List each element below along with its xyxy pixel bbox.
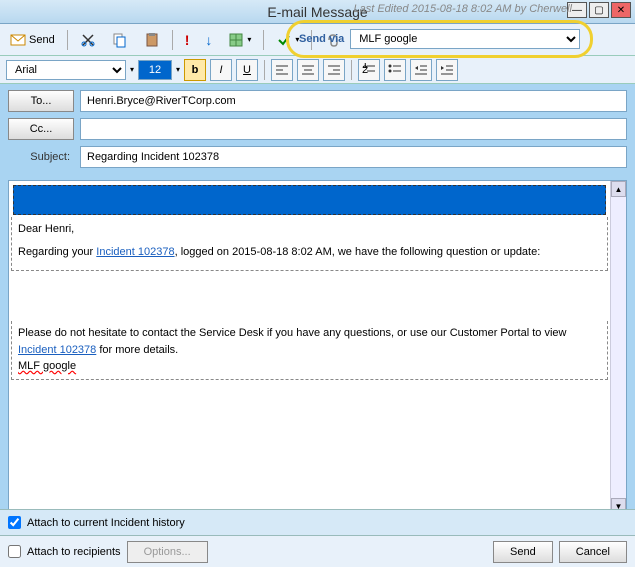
attach-history-checkbox[interactable] xyxy=(8,516,21,529)
align-left-icon xyxy=(275,63,289,77)
paste-icon xyxy=(144,32,160,48)
align-left-button[interactable] xyxy=(271,59,293,81)
cut-button[interactable] xyxy=(74,28,102,52)
send-button[interactable]: Send xyxy=(4,28,61,52)
options-button[interactable]: Options... xyxy=(127,541,208,563)
scroll-track[interactable] xyxy=(611,197,626,498)
cc-field[interactable] xyxy=(80,118,627,140)
to-button[interactable]: To... xyxy=(8,90,74,112)
options-bar-1: Attach to current Incident history xyxy=(0,509,635,535)
indent-button[interactable] xyxy=(436,59,458,81)
envelope-icon xyxy=(10,32,26,48)
main-toolbar: Send ! ↓ ▾ ▾ Send via MLF google xyxy=(0,24,635,56)
body-para1: Regarding your Incident 102378, logged o… xyxy=(18,244,601,261)
scroll-up-button[interactable]: ▲ xyxy=(611,181,626,197)
separator xyxy=(172,30,173,50)
outdent-icon xyxy=(414,63,428,77)
exclamation-icon: ! xyxy=(185,32,190,48)
numbered-list-button[interactable]: 12 xyxy=(358,59,380,81)
font-family-select[interactable]: Arial xyxy=(6,60,126,80)
ol-icon: 12 xyxy=(362,63,376,77)
svg-text:2: 2 xyxy=(362,64,368,76)
attach-recipients-label: Attach to recipients xyxy=(27,546,121,558)
copy-icon xyxy=(112,32,128,48)
options-bar-2: Attach to recipients Options... Send Can… xyxy=(0,535,635,567)
indent-icon xyxy=(440,63,454,77)
attach-recipients-checkbox[interactable] xyxy=(8,545,21,558)
priority-high-button[interactable]: ! xyxy=(179,28,196,52)
subject-field[interactable] xyxy=(80,146,627,168)
incident-link-1[interactable]: Incident 102378 xyxy=(96,246,174,258)
arrow-down-icon: ↓ xyxy=(205,32,212,48)
priority-low-button[interactable]: ↓ xyxy=(199,28,218,52)
copy-button[interactable] xyxy=(106,28,134,52)
maximize-button[interactable]: ▢ xyxy=(589,2,609,18)
send-via-label: Send via xyxy=(299,33,344,45)
separator xyxy=(67,30,68,50)
separator xyxy=(351,60,352,80)
vertical-scrollbar[interactable]: ▲ ▼ xyxy=(610,181,626,514)
format-toolbar: Arial ▾ ▾ b I U 12 xyxy=(0,56,635,84)
scissors-icon xyxy=(80,32,96,48)
table-icon xyxy=(228,32,244,48)
close-button[interactable]: ✕ xyxy=(611,2,631,18)
header-fields: To... Cc... Subject: xyxy=(0,84,635,180)
window-buttons: — ▢ ✕ xyxy=(567,2,631,18)
paste-button[interactable] xyxy=(138,28,166,52)
status-text: Last Edited 2015-08-18 8:02 AM by Cherwe… xyxy=(351,0,576,18)
cancel-button[interactable]: Cancel xyxy=(559,541,627,563)
outdent-button[interactable] xyxy=(410,59,432,81)
align-center-button[interactable] xyxy=(297,59,319,81)
message-body[interactable]: Dear Henri, Regarding your Incident 1023… xyxy=(9,181,610,514)
to-field[interactable] xyxy=(80,90,627,112)
selected-block[interactable] xyxy=(13,185,606,215)
align-center-icon xyxy=(301,63,315,77)
align-right-button[interactable] xyxy=(323,59,345,81)
underline-button[interactable]: U xyxy=(236,59,258,81)
send-dialog-button[interactable]: Send xyxy=(493,541,553,563)
body-para2: Please do not hesitate to contact the Se… xyxy=(18,325,601,358)
italic-button[interactable]: I xyxy=(210,59,232,81)
send-via-highlight: Send via MLF google xyxy=(286,20,593,58)
bold-button[interactable]: b xyxy=(184,59,206,81)
bullet-list-button[interactable] xyxy=(384,59,406,81)
greeting-text: Dear Henri, xyxy=(18,221,601,238)
separator xyxy=(263,30,264,50)
insert-button[interactable]: ▾ xyxy=(222,28,257,52)
attach-history-label: Attach to current Incident history xyxy=(27,517,185,529)
separator xyxy=(264,60,265,80)
font-size-select[interactable] xyxy=(138,60,172,80)
align-right-icon xyxy=(327,63,341,77)
send-label: Send xyxy=(29,34,55,46)
ul-icon xyxy=(388,63,402,77)
subject-label: Subject: xyxy=(8,151,74,163)
signature-text: MLF google xyxy=(18,358,601,375)
send-via-dropdown[interactable]: MLF google xyxy=(350,29,580,49)
incident-link-2[interactable]: Incident 102378 xyxy=(18,344,96,356)
message-body-container: Dear Henri, Regarding your Incident 1023… xyxy=(8,180,627,515)
cc-button[interactable]: Cc... xyxy=(8,118,74,140)
